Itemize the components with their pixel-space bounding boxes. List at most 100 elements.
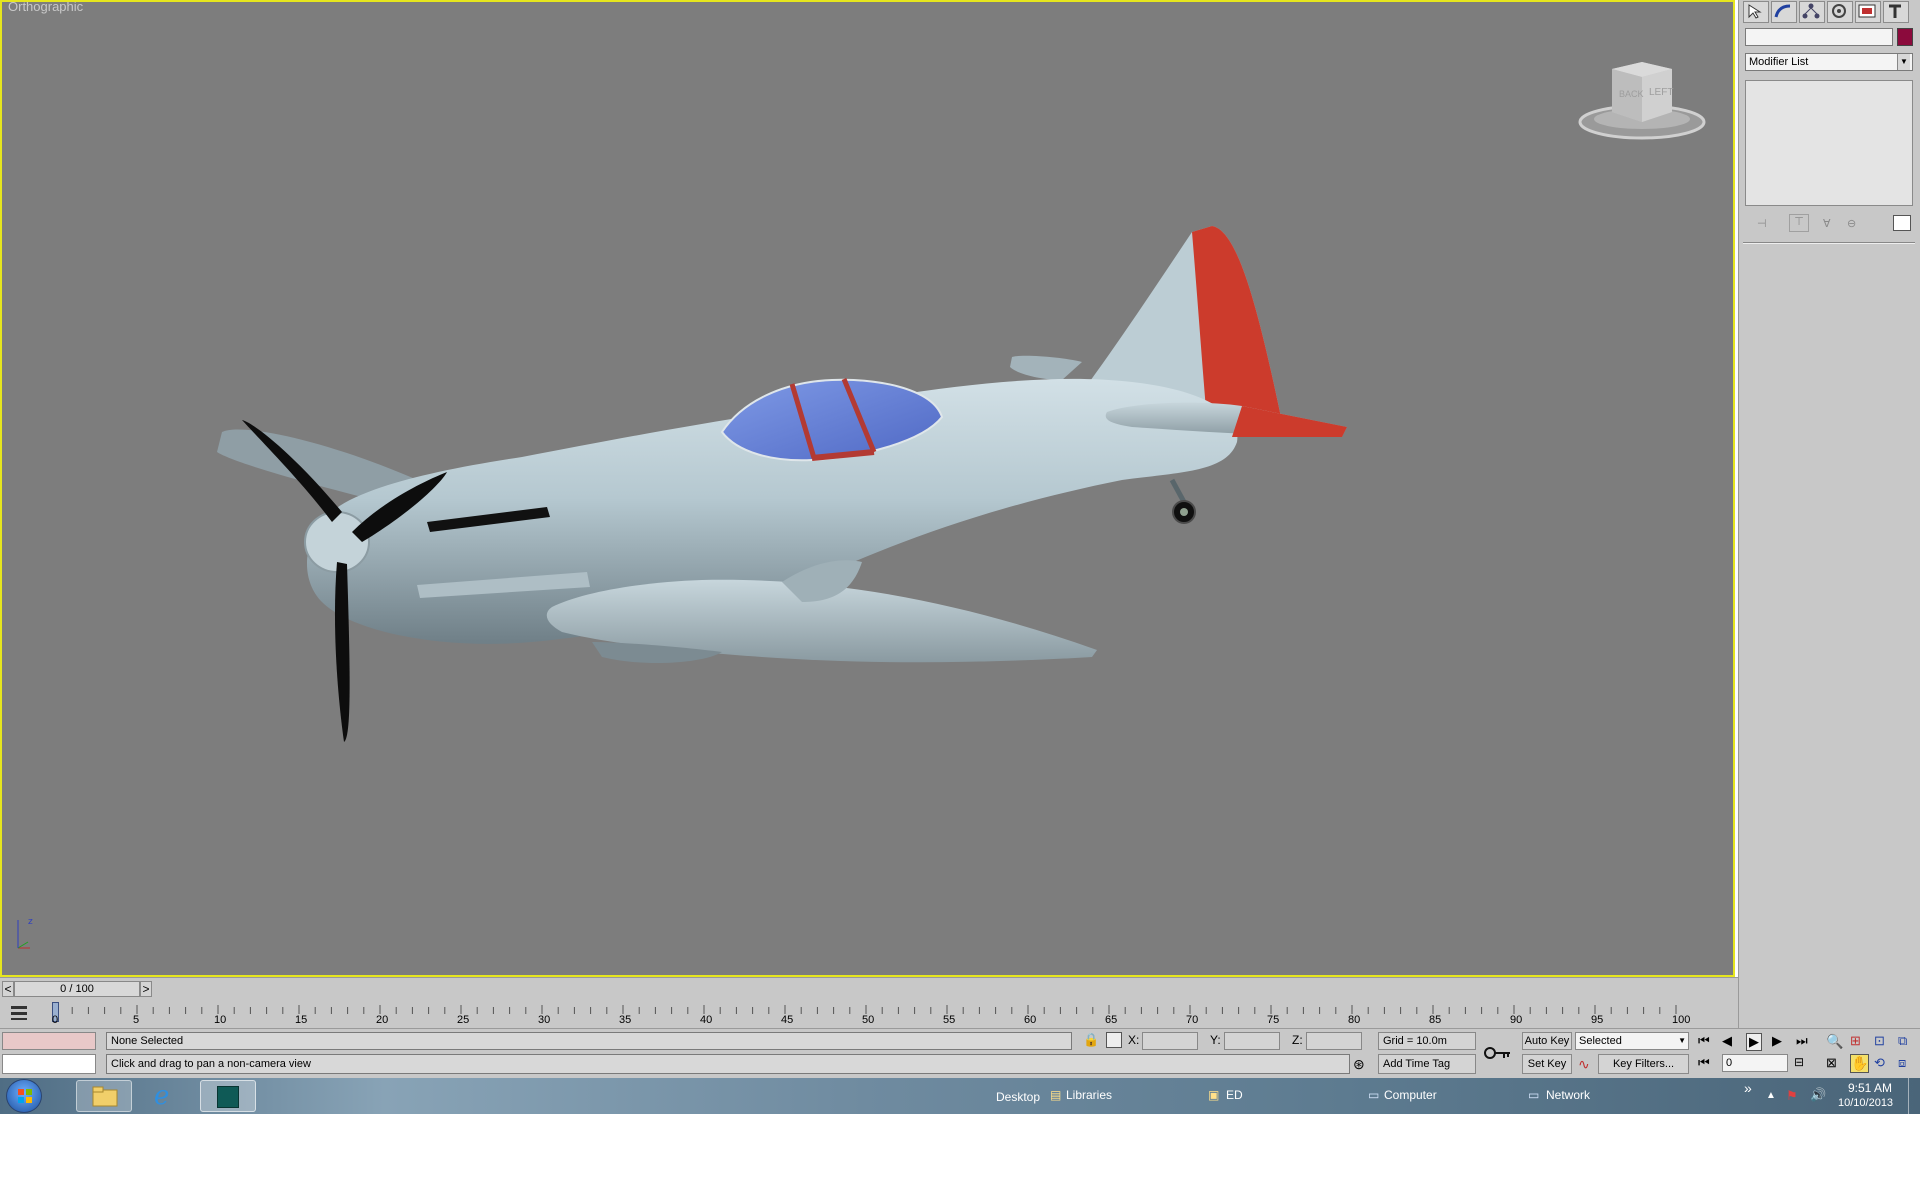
track-tick-label: 65 [1105,1014,1118,1026]
auto-key-button[interactable]: Auto Key [1522,1032,1572,1050]
panel-divider [1743,242,1915,244]
viewcube[interactable]: BACK LEFT [1577,57,1707,142]
taskbar-explorer[interactable] [76,1080,132,1112]
network-link[interactable]: Network [1546,1088,1590,1102]
next-frame-icon[interactable]: ▶ [1772,1033,1782,1049]
maxscript-listener-mini[interactable] [2,1032,96,1050]
pin-stack-icon[interactable]: ⊣ [1757,217,1771,230]
track-tick-label: 100 [1672,1014,1691,1026]
grid-display: Grid = 10.0m [1378,1032,1476,1050]
go-to-end-icon[interactable]: ⏭ [1796,1033,1808,1049]
key-filters-button[interactable]: Key Filters... [1598,1054,1689,1074]
toolbar-overflow[interactable]: » [1744,1080,1752,1096]
y-coordinate-field[interactable] [1224,1032,1280,1050]
curve-editor-icon[interactable] [8,1003,32,1023]
maxscript-input[interactable] [2,1054,96,1074]
libraries-link[interactable]: Libraries [1066,1088,1112,1102]
time-tag-icon[interactable]: ⊛ [1353,1056,1365,1073]
orbit-icon[interactable]: ⟲ [1874,1055,1885,1071]
motion-tab[interactable] [1827,1,1853,23]
network-icon: ▭ [1528,1088,1540,1102]
absolute-mode-icon[interactable] [1106,1032,1122,1048]
libraries-icon: ▤ [1050,1088,1062,1102]
key-mode-toggle-icon[interactable]: ⏮ [1698,1055,1710,1071]
3ds-max-icon [217,1086,239,1108]
show-end-result-icon[interactable]: ⊤ [1789,214,1809,232]
internet-explorer-icon: e [154,1081,170,1111]
make-unique-icon[interactable]: ∀ [1823,217,1831,230]
pan-view-hand-icon[interactable]: ✋ [1850,1054,1870,1073]
time-slider-thumb[interactable]: 0 / 100 [14,981,140,997]
modifier-stack[interactable] [1745,80,1913,206]
command-panel: Modifier List ▼ ⊣ ⊤ ∀ ⊖ [1738,0,1920,1080]
go-to-start-icon[interactable]: ⏮ [1698,1033,1710,1049]
add-time-tag-button[interactable]: Add Time Tag [1378,1054,1476,1074]
previous-frame-icon[interactable]: ◀ [1722,1033,1732,1049]
perspective-viewport[interactable]: Orthographic BACK LEFT z [0,0,1735,977]
key-tangent-icon[interactable]: ∿ [1578,1056,1590,1073]
track-tick-label: 80 [1348,1014,1361,1026]
desktop-toolbar-label[interactable]: Desktop [996,1090,1040,1104]
clock-date[interactable]: 10/10/2013 [1838,1097,1893,1109]
far-stabilizer [1010,355,1082,380]
y-label: Y: [1210,1033,1221,1047]
track-tick-label: 75 [1267,1014,1280,1026]
chevron-down-icon[interactable]: ▼ [1678,1033,1686,1049]
volume-icon[interactable]: 🔊 [1810,1087,1826,1103]
play-icon[interactable]: ▶ [1746,1033,1762,1051]
taskbar-internet-explorer[interactable]: e [138,1080,194,1112]
set-key-mode-key-icon[interactable] [1482,1037,1512,1069]
zoom-all-icon[interactable]: ⊞ [1850,1033,1861,1049]
track-tick-label: 70 [1186,1014,1199,1026]
track-tick-label: 5 [133,1014,140,1026]
zoom-extents-all-icon[interactable]: ⧉ [1898,1033,1907,1049]
current-frame-field[interactable]: 0 [1722,1054,1788,1072]
show-desktop-button[interactable] [1908,1078,1920,1114]
z-coordinate-field[interactable] [1306,1032,1362,1050]
create-tab[interactable] [1743,1,1769,23]
chevron-down-icon[interactable]: ▼ [1897,54,1910,70]
taskbar-3dsmax[interactable] [200,1080,256,1112]
configure-modifier-sets-icon[interactable] [1893,215,1911,231]
time-prev-button[interactable]: < [2,981,14,997]
key-filter-selection-dropdown[interactable]: Selected ▼ [1575,1032,1689,1050]
zoom-icon[interactable]: 🔍 [1826,1033,1843,1050]
prompt-text: Click and drag to pan a non-camera view [111,1058,311,1070]
track-tick-label: 95 [1591,1014,1604,1026]
clock-time[interactable]: 9:51 AM [1848,1081,1892,1095]
maximize-viewport-icon[interactable]: ⧈ [1898,1055,1906,1071]
display-tab[interactable] [1855,1,1881,23]
utilities-tab[interactable] [1883,1,1909,23]
start-button[interactable] [6,1079,42,1113]
track-tick-label: 40 [700,1014,713,1026]
time-next-button[interactable]: > [140,981,152,997]
hierarchy-tab[interactable] [1799,1,1825,23]
modify-tab[interactable] [1771,1,1797,23]
airplane-model[interactable] [2,2,1733,975]
track-bar[interactable]: 0 5 10 15 20 25 30 35 40 45 50 55 60 65 70 75 80 85 90 95 10… [0,999,1738,1028]
ed-link[interactable]: ED [1226,1088,1243,1102]
object-color-swatch[interactable] [1897,28,1913,46]
track-tick-label: 15 [295,1014,308,1026]
svg-text:z: z [28,917,33,927]
action-center-flag-icon[interactable]: ⚑ [1786,1088,1798,1104]
time-slider-bar: < 0 / 100 > [0,977,1738,999]
object-name-field[interactable] [1745,28,1893,46]
field-of-view-icon[interactable]: ⊠ [1826,1055,1837,1071]
set-key-button[interactable]: Set Key [1522,1054,1572,1074]
modifier-list-dropdown[interactable]: Modifier List ▼ [1745,53,1913,71]
computer-link[interactable]: Computer [1384,1088,1437,1102]
axis-tripod-icon: z [17,917,33,949]
x-coordinate-field[interactable] [1142,1032,1198,1050]
viewcube-left-face[interactable]: LEFT [1649,87,1673,98]
show-hidden-icons-icon[interactable]: ▲ [1766,1090,1776,1101]
viewcube-back-face[interactable]: BACK [1619,89,1644,99]
motion-icon [1832,4,1846,18]
time-configuration-icon[interactable]: ⊟ [1794,1055,1804,1069]
display-icon [1858,4,1876,18]
remove-modifier-icon[interactable]: ⊖ [1847,217,1856,230]
lock-selection-icon[interactable]: 🔒 [1083,1032,1099,1048]
zoom-extents-icon[interactable]: ⊡ [1874,1033,1885,1049]
track-tick-label: 10 [214,1014,227,1026]
status-bar: None Selected Click and drag to pan a no… [0,1028,1920,1078]
